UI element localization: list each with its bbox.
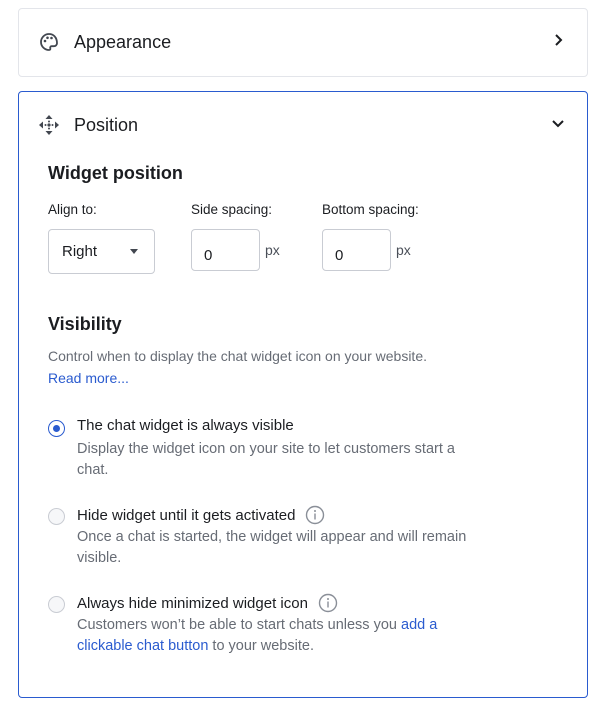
- position-header[interactable]: Position: [19, 92, 587, 158]
- bottom-spacing-unit: px: [396, 242, 411, 258]
- read-more-link[interactable]: Read more...: [48, 370, 129, 386]
- chevron-down-icon[interactable]: [549, 114, 567, 132]
- side-spacing-label: Side spacing:: [191, 202, 273, 217]
- position-title: Position: [74, 114, 139, 135]
- bottom-spacing-input[interactable]: [322, 229, 391, 271]
- info-icon[interactable]: [318, 593, 338, 613]
- visibility-description: Control when to display the chat widget …: [48, 345, 427, 389]
- info-icon[interactable]: [305, 505, 325, 525]
- option-description: Display the widget icon on your site to …: [77, 441, 455, 478]
- side-spacing-unit: px: [265, 242, 280, 258]
- option-label: Hide widget until it gets activated: [77, 506, 296, 524]
- side-spacing-input[interactable]: [191, 229, 260, 271]
- option-description: Once a chat is started, the widget will …: [77, 529, 467, 566]
- visibility-description-text: Control when to display the chat widget …: [48, 348, 427, 364]
- radio-always-hide[interactable]: [48, 596, 65, 613]
- appearance-section: Appearance: [18, 8, 588, 77]
- radio-always-visible[interactable]: [48, 420, 65, 437]
- align-label: Align to:: [48, 202, 97, 217]
- option-label: The chat widget is always visible: [77, 417, 294, 434]
- visibility-heading: Visibility: [48, 314, 122, 334]
- description-text: Customers won’t be able to start chats u…: [77, 617, 401, 633]
- chevron-right-icon[interactable]: [549, 31, 567, 49]
- palette-icon: [38, 31, 60, 53]
- bottom-spacing-label: Bottom spacing:: [322, 202, 419, 217]
- align-value: Right: [62, 243, 98, 260]
- radio-hide-until-activated[interactable]: [48, 508, 65, 525]
- align-select[interactable]: Right: [48, 229, 155, 274]
- description-text: to your website.: [208, 638, 314, 654]
- appearance-header[interactable]: Appearance: [19, 9, 587, 75]
- caret-down-icon: [130, 249, 138, 254]
- option-label: Always hide minimized widget icon: [77, 594, 308, 612]
- position-section: Position Widget position Align to: Side …: [18, 91, 588, 698]
- widget-position-heading: Widget position: [48, 163, 183, 183]
- appearance-title: Appearance: [74, 31, 172, 52]
- move-icon: [38, 114, 60, 136]
- option-description: Customers won’t be able to start chats u…: [77, 615, 477, 657]
